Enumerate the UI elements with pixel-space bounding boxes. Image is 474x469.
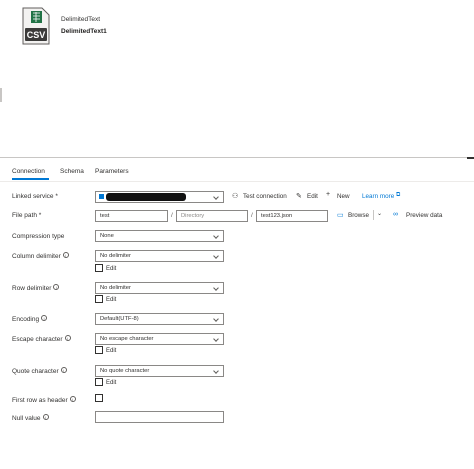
- dataset-type: DelimitedText: [61, 16, 101, 23]
- panel-divider[interactable]: [0, 157, 474, 158]
- add-icon[interactable]: +: [326, 191, 330, 198]
- external-link-icon[interactable]: ⧉: [396, 192, 400, 199]
- container-input[interactable]: test: [95, 210, 168, 222]
- learn-more-link[interactable]: Learn more: [362, 193, 394, 200]
- preview-data-button[interactable]: Preview data: [406, 212, 442, 219]
- quote-character-select[interactable]: No quote character: [95, 365, 224, 377]
- encoding-select[interactable]: Default(UTF-8): [95, 313, 224, 325]
- escape-character-edit-checkbox[interactable]: [95, 346, 103, 354]
- resize-handle[interactable]: [0, 88, 2, 102]
- dataset-name: DelimitedText1: [61, 28, 107, 35]
- row-delimiter-edit-label: Edit: [106, 297, 117, 303]
- first-row-header-checkbox[interactable]: [95, 394, 103, 402]
- tab-connection[interactable]: Connection: [12, 168, 45, 175]
- tab-parameters[interactable]: Parameters: [95, 168, 129, 175]
- compression-type-label: Compression type: [12, 233, 65, 240]
- info-icon[interactable]: i: [42, 414, 49, 420]
- edit-linked-service-link[interactable]: Edit: [307, 193, 318, 200]
- new-linked-service-link[interactable]: New: [337, 193, 350, 200]
- column-delimiter-edit-checkbox[interactable]: [95, 264, 103, 272]
- quote-character-edit-label: Edit: [106, 380, 117, 386]
- info-icon[interactable]: i: [69, 396, 76, 402]
- quote-character-edit-checkbox[interactable]: [95, 378, 103, 386]
- active-tab-indicator: [12, 178, 49, 180]
- column-delimiter-select[interactable]: No delimiter: [95, 250, 224, 262]
- preview-icon[interactable]: ∞: [393, 211, 398, 218]
- csv-file-icon: CSV: [22, 7, 50, 45]
- path-separator: /: [171, 212, 173, 219]
- escape-character-edit-label: Edit: [106, 348, 117, 354]
- row-delimiter-label: Row delimiter i: [12, 284, 60, 292]
- svg-text:CSV: CSV: [27, 30, 46, 40]
- column-delimiter-edit-label: Edit: [106, 266, 117, 272]
- folder-icon[interactable]: ▭: [337, 211, 344, 219]
- compression-type-select[interactable]: None: [95, 230, 224, 242]
- linked-service-label: Linked service *: [12, 193, 58, 200]
- encoding-label: Encoding i: [12, 315, 48, 323]
- chevron-down-icon[interactable]: ⌄: [377, 210, 382, 217]
- null-value-label: Null value i: [12, 414, 49, 422]
- file-path-label: File path *: [12, 212, 42, 219]
- test-connection-icon[interactable]: ⚇: [232, 192, 238, 200]
- tabs-underline: [0, 181, 474, 182]
- quote-character-label: Quote character i: [12, 367, 67, 375]
- column-delimiter-label: Column delimiter i: [12, 252, 69, 260]
- escape-character-label: Escape character i: [12, 335, 71, 343]
- info-icon[interactable]: i: [53, 284, 60, 290]
- row-delimiter-edit-checkbox[interactable]: [95, 295, 103, 303]
- escape-character-select[interactable]: No escape character: [95, 333, 224, 345]
- info-icon[interactable]: i: [62, 252, 69, 258]
- button-divider: [373, 210, 374, 220]
- info-icon[interactable]: i: [64, 335, 71, 341]
- redacted-value: [106, 193, 186, 201]
- path-separator: /: [251, 212, 253, 219]
- directory-input[interactable]: Directory: [176, 210, 248, 222]
- first-row-header-label: First row as header i: [12, 396, 76, 404]
- row-delimiter-select[interactable]: No delimiter: [95, 282, 224, 294]
- divider-grip[interactable]: [467, 157, 474, 159]
- test-connection-link[interactable]: Test connection: [243, 193, 287, 200]
- browse-button[interactable]: Browse: [348, 212, 369, 219]
- info-icon[interactable]: i: [60, 367, 67, 373]
- storage-icon: [99, 194, 104, 199]
- edit-icon[interactable]: ✎: [296, 192, 302, 200]
- null-value-input[interactable]: [95, 411, 224, 423]
- tab-schema[interactable]: Schema: [60, 168, 84, 175]
- info-icon[interactable]: i: [41, 315, 48, 321]
- file-name-input[interactable]: test123.json: [256, 210, 328, 222]
